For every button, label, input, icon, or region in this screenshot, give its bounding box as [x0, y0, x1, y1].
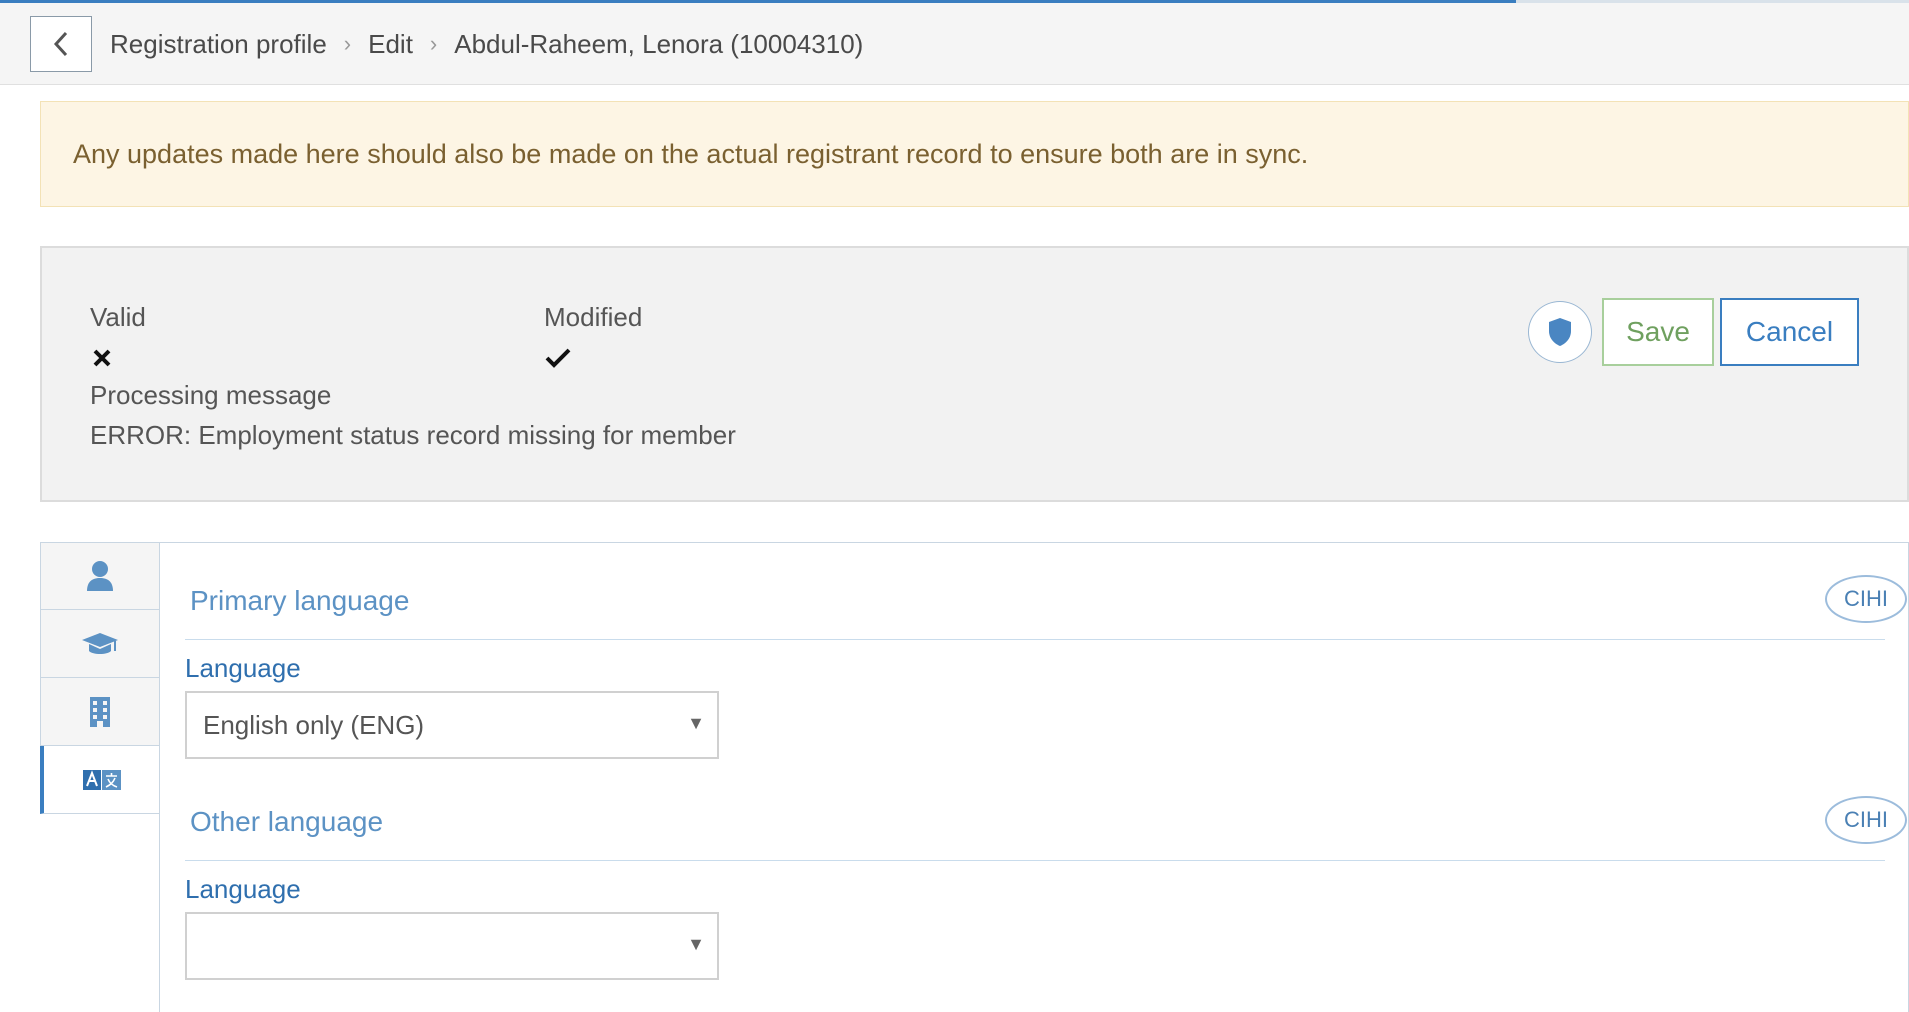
other-language-select[interactable]: ▼: [185, 912, 719, 980]
primary-cihi-badge: CIHI: [1825, 575, 1907, 623]
primary-language-value: English only (ENG): [203, 709, 425, 740]
profile-tabs: Primary language CIHI Language English o…: [40, 542, 1909, 1012]
breadcrumb: Registration profile › Edit › Abdul-Rahe…: [110, 3, 863, 85]
modified-label: Modified: [544, 302, 643, 332]
page-header: Registration profile › Edit › Abdul-Rahe…: [0, 3, 1909, 85]
cross-icon: [93, 349, 111, 367]
tab-education[interactable]: [40, 610, 160, 678]
tab-language[interactable]: [40, 746, 160, 814]
language-panel: Primary language CIHI Language English o…: [159, 542, 1909, 1012]
primary-language-select[interactable]: English only (ENG) ▼: [185, 691, 719, 759]
chevron-left-icon: [53, 31, 68, 57]
cancel-button[interactable]: Cancel: [1720, 298, 1859, 366]
chevron-down-icon: ▼: [687, 713, 705, 733]
sync-warning-alert: Any updates made here should also be mad…: [40, 101, 1909, 207]
processing-message-label: Processing message: [90, 380, 332, 410]
breadcrumb-separator: ›: [429, 31, 438, 56]
building-icon: [90, 696, 110, 727]
save-button[interactable]: Save: [1602, 298, 1714, 366]
person-icon: [87, 561, 113, 591]
other-language-label: Language: [185, 874, 301, 904]
breadcrumb-item-registration-profile[interactable]: Registration profile: [110, 29, 327, 60]
section-divider: [185, 639, 1885, 640]
tab-personal[interactable]: [40, 542, 160, 610]
action-buttons: Save Cancel: [1528, 298, 1859, 366]
tab-employment[interactable]: [40, 678, 160, 746]
section-divider: [185, 860, 1885, 861]
processing-message-text: ERROR: Employment status record missing …: [90, 420, 736, 450]
language-icon: [83, 769, 121, 790]
checkmark-icon: [545, 348, 571, 368]
graduation-cap-icon: [82, 632, 118, 654]
shield-icon: [1549, 318, 1571, 346]
privacy-shield-button[interactable]: [1528, 301, 1592, 363]
breadcrumb-item-current: Abdul-Raheem, Lenora (10004310): [454, 28, 864, 59]
valid-label: Valid: [90, 302, 146, 332]
breadcrumb-separator: ›: [343, 31, 352, 56]
alert-text: Any updates made here should also be mad…: [73, 138, 1309, 169]
primary-language-title: Primary language: [190, 585, 410, 616]
chevron-down-icon: ▼: [687, 934, 705, 954]
status-panel: Valid Modified Processing message ERROR:…: [40, 246, 1909, 502]
breadcrumb-item-edit[interactable]: Edit: [368, 29, 413, 60]
back-button[interactable]: [30, 16, 92, 72]
primary-language-label: Language: [185, 653, 301, 683]
side-tab-list: [40, 542, 160, 814]
other-cihi-badge: CIHI: [1825, 796, 1907, 844]
other-language-title: Other language: [190, 806, 384, 837]
